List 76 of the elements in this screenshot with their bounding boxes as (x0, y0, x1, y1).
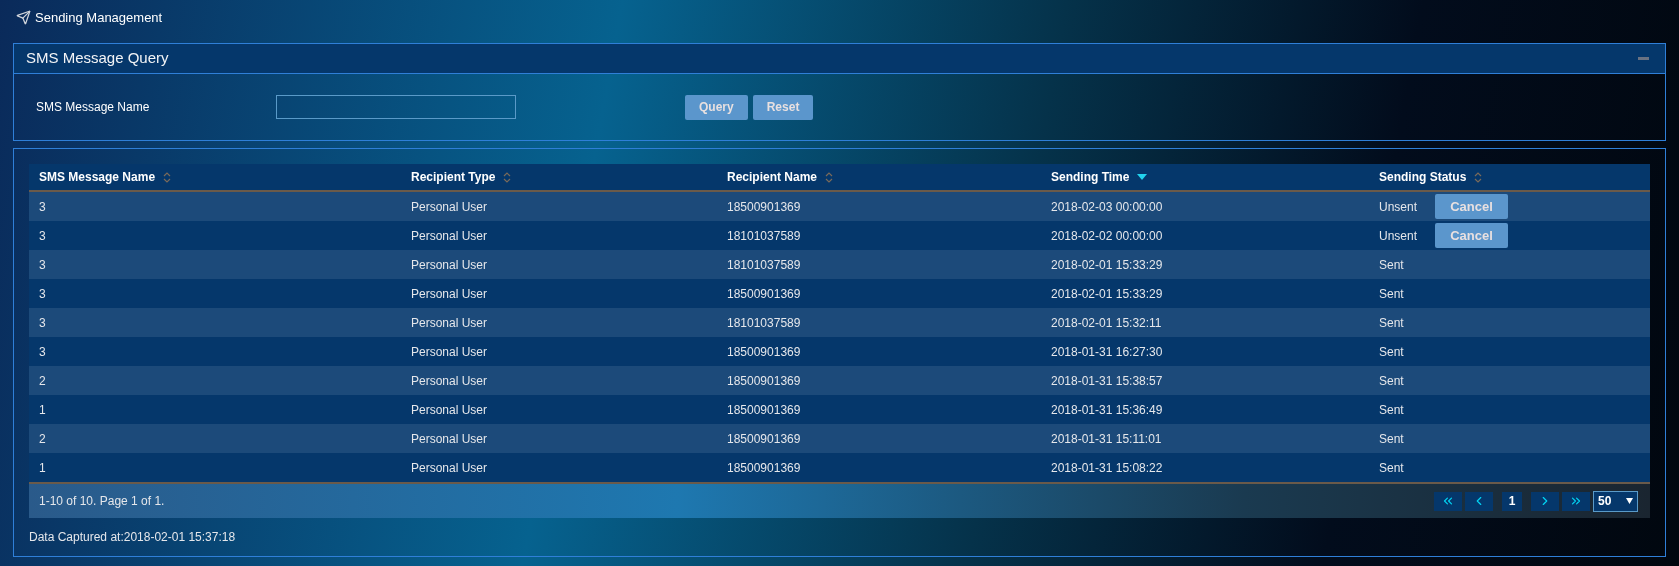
double-chevron-left-icon (1441, 494, 1455, 508)
table-cell-text: Personal User (411, 198, 488, 216)
table-cell-text: 2018-02-01 15:33:29 (1051, 256, 1163, 274)
column-header[interactable]: Sending Status (1379, 168, 1467, 186)
table-cell-text: Personal User (411, 401, 488, 419)
table-cell-text: 18500901369 (727, 285, 801, 303)
table-cell-text: 3 (39, 285, 46, 303)
table-cell-text: 2018-01-31 15:08:22 (1051, 459, 1163, 477)
sort-icon[interactable] (1474, 171, 1483, 183)
table-cell-text: 2018-01-31 16:27:30 (1051, 343, 1163, 361)
table-cell-text: Personal User (411, 256, 488, 274)
table-cell-text: 1 (39, 459, 46, 477)
table-cell-text: 3 (39, 343, 46, 361)
table-cell-text: 3 (39, 227, 46, 245)
table-cell-text: 2018-01-31 15:36:49 (1051, 401, 1163, 419)
field-label: SMS Message Name (36, 99, 151, 116)
table-cell-text: 2018-02-02 00:00:00 (1051, 227, 1163, 245)
table-cell-text: 3 (39, 198, 46, 216)
table-cell-text: 2018-02-03 00:00:00 (1051, 198, 1163, 216)
table-cell-text: 3 (39, 256, 46, 274)
table-cell-text: 18500901369 (727, 401, 801, 419)
column-header[interactable]: Recipient Type (411, 168, 496, 186)
table-cell-text: 2018-02-01 15:32:11 (1051, 314, 1162, 332)
table-cell-text: 2 (39, 372, 46, 390)
page-size-select[interactable]: 50 (1593, 490, 1638, 512)
input-field[interactable] (276, 95, 516, 119)
table-cell-text: Sent (1379, 430, 1404, 448)
table-cell-text: Sent (1379, 459, 1404, 477)
dropdown-icon (1626, 498, 1633, 504)
table-cell-text: Unsent (1379, 227, 1418, 245)
sort-descending-icon[interactable] (1137, 174, 1148, 180)
table-cell-text: 3 (39, 314, 46, 332)
table-cell-text: 18500901369 (727, 198, 801, 216)
table-cell-text: 18500901369 (727, 459, 801, 477)
table-cell-text: 18500901369 (727, 372, 801, 390)
table-cell-text: Personal User (411, 372, 488, 390)
table-cell-text: Sent (1379, 314, 1404, 332)
table-cell-text: Sent (1379, 256, 1404, 274)
sort-icon[interactable] (163, 171, 172, 183)
double-chevron-right-icon (1569, 494, 1583, 508)
table-cell-text: Sent (1379, 401, 1404, 419)
sort-icon[interactable] (503, 171, 512, 183)
table-cell-text: Sent (1379, 343, 1404, 361)
table-cell-text: Unsent (1379, 198, 1418, 216)
last-page-button[interactable] (1562, 491, 1590, 511)
column-header[interactable]: Recipient Name (727, 168, 818, 186)
table-cell-text: 18500901369 (727, 343, 801, 361)
table-cell-text: Personal User (411, 314, 488, 332)
table-cell-text: 18500901369 (727, 430, 801, 448)
table-cell-text: Personal User (411, 343, 488, 361)
table-cell-text: Personal User (411, 285, 488, 303)
panel-title: SMS Message Query (26, 48, 169, 69)
table-cell-text: 2018-01-31 15:11:01 (1051, 430, 1162, 448)
previous-page-button[interactable] (1465, 491, 1493, 511)
sort-icon[interactable] (825, 171, 834, 183)
table-cell-text: Sent (1379, 285, 1404, 303)
table-cell-text: 2018-01-31 15:38:57 (1051, 372, 1163, 390)
table-cell-text: Personal User (411, 227, 488, 245)
table-cell-text: 2018-02-01 15:33:29 (1051, 285, 1163, 303)
pagination-summary: 1-10 of 10. Page 1 of 1. (39, 493, 165, 510)
capture-time: Data Captured at:2018-02-01 15:37:18 (29, 529, 237, 546)
page-number[interactable]: 1 (1502, 491, 1522, 511)
first-page-button[interactable] (1434, 491, 1462, 511)
column-header[interactable]: Sending Time (1051, 168, 1130, 186)
table-cell-text: Personal User (411, 430, 488, 448)
table-cell-text: 2 (39, 430, 46, 448)
column-header[interactable]: SMS Message Name (39, 168, 156, 186)
paper-plane-icon (16, 10, 31, 25)
table-cell-text: 18101037589 (727, 227, 801, 245)
table-cell-text: 18101037589 (727, 314, 801, 332)
table-cell-text: Sent (1379, 372, 1404, 390)
page-title: Sending Management (35, 8, 163, 27)
table-cell-text: 18101037589 (727, 256, 801, 274)
next-page-button[interactable] (1531, 491, 1559, 511)
table-cell-text: 1 (39, 401, 46, 419)
table-cell-text: Personal User (411, 459, 488, 477)
